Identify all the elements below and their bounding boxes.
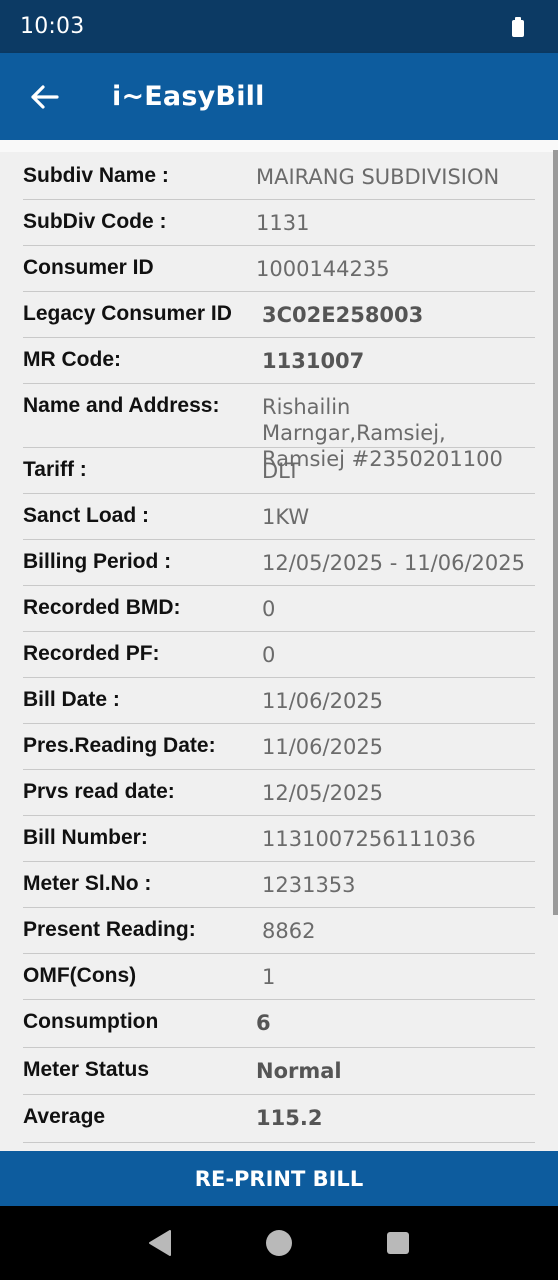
detail-row: Pres.Reading Date: 11/06/2025 <box>23 724 535 770</box>
nav-home-button[interactable] <box>249 1213 309 1273</box>
detail-row: Meter Status Normal <box>23 1048 535 1095</box>
detail-value: 1KW <box>262 505 310 529</box>
detail-row: Consumer ID 1000144235 <box>23 246 535 292</box>
nav-recents-icon <box>387 1232 410 1254</box>
detail-label: Subdiv Name : <box>23 164 169 187</box>
detail-label: Name and Address: <box>23 394 220 417</box>
bill-details-panel[interactable]: Subdiv Name : MAIRANG SUBDIVISION SubDiv C… <box>0 140 558 1151</box>
detail-row: Billing Period : 12/05/2025 - 11/06/2025 <box>23 540 535 586</box>
detail-row: Bill Number: 1131007256111036 <box>23 816 535 862</box>
detail-value: 0 <box>262 597 276 621</box>
detail-row: Subdiv Name : MAIRANG SUBDIVISION <box>23 154 535 200</box>
detail-label: MR Code: <box>23 348 121 371</box>
detail-row: Present Reading: 8862 <box>23 908 535 954</box>
detail-value: MAIRANG SUBDIVISION <box>256 165 500 189</box>
detail-label: Prvs read date: <box>23 780 175 803</box>
detail-row: Meter Sl.No : 1231353 <box>23 862 535 908</box>
detail-row: MR Code: 1131007 <box>23 338 535 384</box>
detail-value: 11/06/2025 <box>262 735 384 759</box>
detail-label: Billing Period : <box>23 550 172 573</box>
detail-label: Bill Number: <box>23 826 148 849</box>
detail-value: 1131007256111036 <box>262 827 476 851</box>
detail-row: Sanct Load : 1KW <box>23 494 535 540</box>
detail-value: 6 <box>256 1011 271 1035</box>
detail-value: 1131 <box>256 211 310 235</box>
detail-label: SubDiv Code : <box>23 210 167 233</box>
detail-value: 11/06/2025 <box>262 689 384 713</box>
detail-value: 115.2 <box>256 1106 323 1130</box>
detail-row: Bill Date : 11/06/2025 <box>23 678 535 724</box>
detail-label: Consumer ID <box>23 256 154 279</box>
detail-value: 1131007 <box>262 349 365 373</box>
app-title: i~EasyBill <box>112 81 265 112</box>
detail-label: Average <box>23 1105 106 1128</box>
status-bar: 10:03 <box>0 0 558 53</box>
detail-row: SubDiv Code : 1131 <box>23 200 535 246</box>
detail-label: Bill Date : <box>23 688 120 711</box>
detail-label: Recorded BMD: <box>23 596 181 619</box>
detail-label: Meter Status <box>23 1058 150 1081</box>
detail-label: Pres.Reading Date: <box>23 734 216 757</box>
battery-icon <box>512 16 524 37</box>
detail-value: Normal <box>256 1059 342 1083</box>
detail-row: OMF(Cons) 1 <box>23 954 535 1000</box>
detail-row: Prvs read date: 12/05/2025 <box>23 770 535 816</box>
detail-label: Recorded PF: <box>23 642 160 665</box>
detail-row: Legacy Consumer ID 3C02E258003 <box>23 292 535 338</box>
detail-value: 1 <box>262 965 276 989</box>
detail-label: Legacy Consumer ID <box>23 302 232 325</box>
detail-row: Average 115.2 <box>23 1095 535 1143</box>
detail-value: 3C02E258003 <box>262 303 424 327</box>
arrow-back-icon <box>31 84 59 109</box>
navigation-bar <box>0 1206 558 1280</box>
detail-row: Name and Address: Rishailin Marngar,Ramsi… <box>23 384 535 471</box>
detail-row: Recorded PF: 0 <box>23 632 535 678</box>
detail-label: Present Reading: <box>23 918 196 941</box>
details-list: Subdiv Name : MAIRANG SUBDIVISION SubDiv C… <box>0 154 558 1143</box>
reprint-bill-button[interactable]: RE-PRINT BILL <box>0 1151 558 1206</box>
detail-row: Tariff : DLT <box>23 448 535 494</box>
detail-row: Recorded BMD: 0 <box>23 586 535 632</box>
app-bar: i~EasyBill <box>0 53 558 140</box>
detail-label: Meter Sl.No : <box>23 872 152 895</box>
nav-home-icon <box>265 1230 292 1256</box>
scrollbar[interactable] <box>553 150 558 915</box>
back-button[interactable] <box>20 72 70 122</box>
detail-value: 1000144235 <box>256 257 390 281</box>
detail-label: Tariff : <box>23 458 87 481</box>
detail-label: Consumption <box>23 1010 159 1033</box>
detail-label: OMF(Cons) <box>23 964 137 987</box>
detail-value: 0 <box>262 643 276 667</box>
nav-recents-button[interactable] <box>368 1213 428 1273</box>
detail-value: 12/05/2025 - 11/06/2025 <box>262 551 526 575</box>
detail-label: Sanct Load : <box>23 504 150 527</box>
detail-value: 8862 <box>262 919 316 943</box>
detail-value: DLT <box>262 459 300 483</box>
detail-value: 12/05/2025 <box>262 781 384 805</box>
detail-value: 1231353 <box>262 873 356 897</box>
status-time: 10:03 <box>20 14 85 39</box>
nav-back-icon <box>148 1230 171 1256</box>
nav-back-button[interactable] <box>130 1213 190 1273</box>
detail-row: Consumption 6 <box>23 1000 535 1048</box>
